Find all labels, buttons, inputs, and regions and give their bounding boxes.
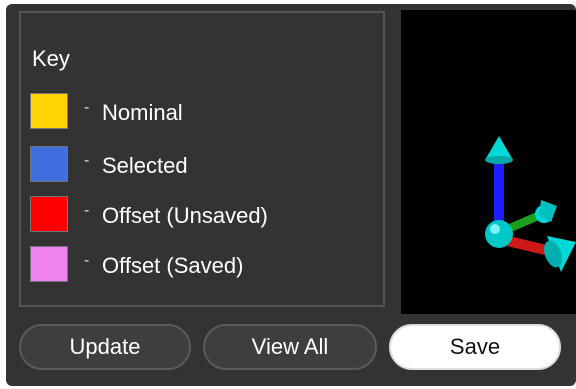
- legend-label-nominal: Nominal: [102, 100, 183, 125]
- 3d-viewport[interactable]: [401, 10, 576, 314]
- offset-unsaved-color-swatch: [30, 196, 68, 232]
- button-bar: Update View All Save: [6, 320, 576, 380]
- up-axis-shaft: [494, 158, 504, 224]
- legend-separator: -: [84, 99, 90, 116]
- selected-color-swatch: [30, 146, 68, 182]
- key-dialog: Key - Nominal - Selected - Offset (Unsav…: [6, 4, 576, 386]
- legend-label-offset-unsaved: Offset (Unsaved): [102, 203, 268, 228]
- nominal-color-swatch: [30, 93, 68, 129]
- legend-item-selected: - Selected: [30, 146, 350, 186]
- legend-separator: -: [84, 252, 90, 269]
- offset-saved-color-swatch: [30, 246, 68, 282]
- legend-title: Key: [32, 46, 70, 71]
- legend-item-offset-saved: - Offset (Saved): [30, 246, 350, 286]
- legend-item-nominal: - Nominal: [30, 93, 350, 133]
- right-axis-shaft: [507, 236, 551, 256]
- update-button[interactable]: Update: [19, 324, 191, 370]
- origin-sphere: [485, 220, 513, 248]
- save-button[interactable]: Save: [389, 324, 561, 370]
- view-all-button[interactable]: View All: [203, 324, 377, 370]
- origin-sphere-highlight: [490, 224, 500, 234]
- legend-label-selected: Selected: [102, 153, 188, 178]
- legend-item-offset-unsaved: - Offset (Unsaved): [30, 196, 350, 236]
- legend-separator: -: [84, 152, 90, 169]
- up-axis-tip-base: [485, 156, 513, 164]
- transform-gizmo-icon[interactable]: [401, 10, 576, 314]
- legend-separator: -: [84, 202, 90, 219]
- legend-label-offset-saved: Offset (Saved): [102, 253, 244, 278]
